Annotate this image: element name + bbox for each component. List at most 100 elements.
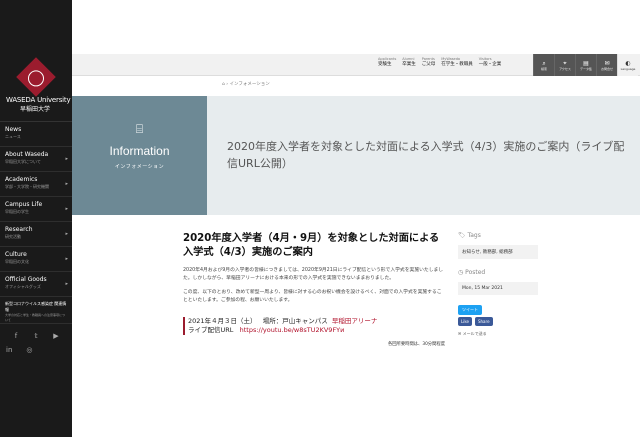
facebook-icon[interactable]: f: [8, 332, 24, 340]
audience-link-ja: 受験生: [378, 62, 392, 67]
logo-en: WASEDA University: [6, 96, 71, 104]
sidebar-item-label: Academics: [5, 176, 38, 183]
email-share-label: メールで送る: [462, 331, 487, 336]
section-title-en: Information: [109, 144, 170, 158]
tags-list[interactable]: お知らせ, 教務部, 総務部: [458, 245, 538, 259]
sidebar-item-label: Campus Life: [5, 201, 43, 208]
notice-text: 大学の対応と学生・教職員への注意事項について: [5, 313, 66, 322]
chevron-right-icon: ▸: [65, 181, 68, 187]
information-icon: ⌸: [135, 122, 144, 136]
audience-link-alumni[interactable]: Alumni 卒業生: [402, 57, 416, 67]
sidebar-item-label: Research: [5, 226, 33, 233]
article-paragraph: この度、以下のとおり、改めて新型一周より、皆様に対する心のお祝い機会を設けるべく…: [183, 290, 442, 303]
search-button[interactable]: ⌕ 検索: [533, 54, 554, 76]
sidebar-nav: News ニュース About Waseda 早稲田大学について ▸ Academics 学…: [0, 122, 72, 297]
audience-link-visitors[interactable]: Visitors 一般・企業: [479, 57, 502, 67]
data-button[interactable]: ▤ データ集: [575, 54, 596, 76]
facebook-share-button[interactable]: Share: [474, 317, 493, 326]
home-icon[interactable]: ⌂: [222, 82, 225, 87]
sidebar-item-label: Official Goods: [5, 276, 47, 283]
utility-icons: ⌕ 検索 ⌖ アクセス ▤ データ集 ✉ お問合せ ◐ Language: [533, 54, 638, 76]
event-date: 2021年４月３日（土）: [188, 317, 257, 325]
page-title: 2020年度入学者を対象とした対面による入学式（4/3）実施のご案内（ライブ配信…: [227, 140, 625, 170]
sidebar-item-research[interactable]: Research 研究活動 ▸: [0, 222, 72, 247]
sidebar-item-official-goods[interactable]: Official Goods オフィシャルグッズ ▸: [0, 272, 72, 297]
email-share-link[interactable]: ✉ メールで送る: [458, 331, 538, 337]
audience-link-ja: 一般・企業: [478, 62, 502, 67]
sidebar-item-sublabel: 早稲田大学について: [5, 159, 41, 164]
section-title-ja: インフォメーション: [114, 164, 165, 170]
facebook-like-button[interactable]: Like: [458, 317, 472, 326]
social-links-row2: in ◎: [0, 340, 72, 354]
share-row-2: Like Share: [458, 317, 538, 326]
sidebar-item-news[interactable]: News ニュース: [0, 122, 72, 147]
sidebar-item-about-waseda[interactable]: About Waseda 早稲田大学について ▸: [0, 147, 72, 172]
notice-title: 新型コロナウイルス感染症 関連情報: [5, 301, 67, 312]
linkedin-icon[interactable]: in: [6, 346, 12, 354]
utility-caption: Language: [620, 66, 636, 71]
contact-button[interactable]: ✉ お問合せ: [596, 54, 617, 76]
utility-caption: アクセス: [559, 66, 571, 71]
sidebar-item-sublabel: オフィシャルグッズ: [5, 284, 41, 289]
chevron-right-icon: ▸: [65, 256, 68, 262]
share-row-1: ツイート: [458, 305, 538, 315]
sidebar-item-label: Culture: [5, 251, 27, 258]
tags-heading-label: Tags: [467, 232, 481, 239]
audience-link-ja: ご父母: [421, 62, 436, 67]
event-date-place: 2021年４月３日（土） 場所：戸山キャンパス 早稲田アリーナ: [188, 317, 445, 326]
hero-banner: ⌸ Information インフォメーション 2020年度入学者を対象とした対…: [72, 96, 640, 215]
sidebar-item-academics[interactable]: Academics 学部・大学院・研究機関 ▸: [0, 172, 72, 197]
article-title: 2020年度入学者（4月・9月）を対象とした対面による入学式（4/3）実施のご案…: [183, 233, 440, 258]
twitter-icon[interactable]: 𝕥: [28, 332, 44, 340]
article-meta: 🏷 Tags お知らせ, 教務部, 総務部 ◷ Posted Mon, 15 M…: [458, 232, 538, 337]
sidebar-item-sublabel: ニュース: [5, 134, 21, 139]
tags-heading: 🏷 Tags: [458, 232, 538, 239]
audience-link-ja: 卒業生: [402, 62, 416, 67]
logo[interactable]: WASEDA University 早稲田大学: [0, 0, 72, 122]
sidebar-item-campus-life[interactable]: Campus Life 早稲田の学生 ▸: [0, 197, 72, 222]
article-paragraph: 2020年4月および9月の入学者の皆様につきましては、2020年9月21日にライ…: [183, 268, 444, 281]
search-icon: ⌕: [542, 59, 546, 67]
sidebar-item-sublabel: 研究活動: [5, 234, 21, 239]
posted-date: Mon, 15 Mar 2021: [458, 282, 538, 295]
chevron-right-icon: ▸: [65, 206, 68, 212]
access-icon: ⌖: [563, 59, 567, 67]
logo-ja: 早稲田大学: [20, 106, 51, 113]
mail-icon: ✉: [458, 331, 462, 336]
social-links-row1: f 𝕥 ▶: [0, 324, 72, 340]
live-url-link[interactable]: https://youtu.be/w8sTU2KV9FYи: [240, 326, 345, 334]
audience-links: Applicants 受験生 Alumni 卒業生 Parents ご父母 MyWaseda…: [378, 57, 501, 67]
audience-link-mywaseda[interactable]: MyWaseda 在学生・教職員: [441, 57, 473, 67]
live-url-label: ライブ配信URL: [188, 326, 234, 334]
tweet-button[interactable]: ツイート: [458, 305, 482, 315]
contact-icon: ✉: [604, 59, 610, 67]
sidebar: WASEDA University 早稲田大学 News ニュース About Wa…: [0, 0, 72, 437]
sidebar-item-label: About Waseda: [5, 151, 49, 158]
waseda-emblem-icon: [16, 57, 56, 97]
youtube-icon[interactable]: ▶: [48, 332, 64, 340]
audience-link-parents[interactable]: Parents ご父母: [422, 57, 436, 67]
breadcrumb: ⌂ › インフォメーション: [222, 81, 270, 87]
sidebar-item-sublabel: 早稲田の学生: [5, 209, 29, 214]
access-button[interactable]: ⌖ アクセス: [554, 54, 575, 76]
event-place-label: 場所：戸山キャンパス: [262, 317, 328, 325]
language-button[interactable]: ◐ Language: [617, 54, 638, 76]
instagram-icon[interactable]: ◎: [26, 346, 32, 354]
clock-icon: ◷: [458, 269, 464, 276]
sidebar-item-sublabel: 早稲田の文化: [5, 259, 29, 264]
utility-caption: お問合せ: [600, 66, 613, 71]
top-bar: Applicants 受験生 Alumni 卒業生 Parents ご父母 MyWaseda…: [72, 54, 640, 76]
audience-link-ja: 在学生・教職員: [441, 62, 473, 67]
audience-link-applicants[interactable]: Applicants 受験生: [378, 57, 396, 67]
duration-note: 各回所要時間は、30分間程度: [387, 342, 445, 347]
posted-heading: ◷ Posted: [458, 269, 538, 276]
section-box: ⌸ Information インフォメーション: [72, 96, 207, 215]
sidebar-item-culture[interactable]: Culture 早稲田の文化 ▸: [0, 247, 72, 272]
covid-notice[interactable]: 新型コロナウイルス感染症 関連情報 大学の対応と学生・教職員への注意事項について: [0, 297, 72, 324]
event-details: 2021年４月３日（土） 場所：戸山キャンパス 早稲田アリーナ ライブ配信URL…: [183, 317, 445, 335]
article: 2020年度入学者（4月・9月）を対象とした対面による入学式（4/3）実施のご案…: [183, 232, 445, 347]
chevron-right-icon: ▸: [65, 231, 68, 237]
breadcrumb-current: インフォメーション: [229, 82, 270, 87]
posted-heading-label: Posted: [465, 269, 486, 276]
utility-caption: 検索: [540, 66, 547, 71]
